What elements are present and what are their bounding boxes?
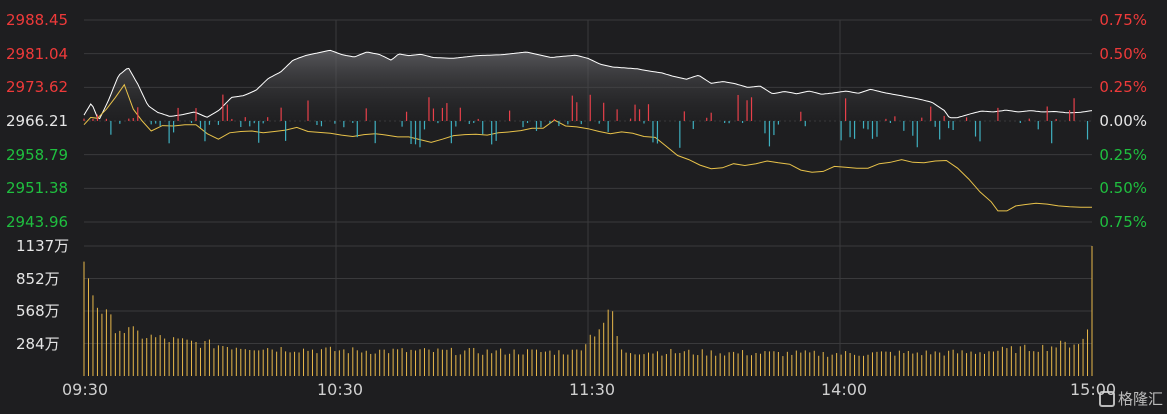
- percent-tick-label: 0.00%: [1099, 112, 1147, 130]
- time-tick-label: 11:30: [569, 380, 616, 399]
- percent-tick-label: 0.50%: [1099, 179, 1147, 198]
- time-tick-label: 09:30: [62, 380, 109, 399]
- price-tick-label: 2966.21: [6, 112, 69, 130]
- percent-tick-label: 0.75%: [1099, 213, 1147, 231]
- volume-tick-label: 568万: [16, 302, 60, 320]
- percent-tick-label: 0.25%: [1099, 145, 1147, 164]
- time-tick-label: 14:00: [821, 380, 868, 399]
- price-tick-label: 2958.79: [6, 145, 69, 164]
- logo-icon: [1098, 391, 1115, 407]
- intraday-chart: 2988.45 2981.04 2973.62 2966.21 2958.79 2951.…: [0, 0, 1167, 414]
- price-tick-label: 2988.45: [6, 11, 69, 29]
- percent-tick-label: 0.25%: [1099, 78, 1147, 97]
- percent-tick-label: 0.50%: [1099, 44, 1147, 63]
- price-tick-label: 2973.62: [6, 78, 69, 97]
- price-tick-label: 2951.38: [6, 179, 69, 198]
- volume-tick-label: 1137万: [16, 237, 70, 255]
- volume-tick-label: 284万: [16, 334, 60, 353]
- time-tick-label: 10:30: [317, 380, 364, 399]
- chart-canvas: [83, 19, 1093, 376]
- price-tick-label: 2943.96: [6, 213, 69, 231]
- price-fill: [84, 50, 1092, 121]
- watermark-logo: 格隆汇: [1098, 388, 1163, 409]
- price-tick-label: 2981.04: [6, 44, 69, 63]
- percent-tick-label: 0.75%: [1099, 11, 1147, 29]
- volume-tick-label: 852万: [16, 269, 60, 288]
